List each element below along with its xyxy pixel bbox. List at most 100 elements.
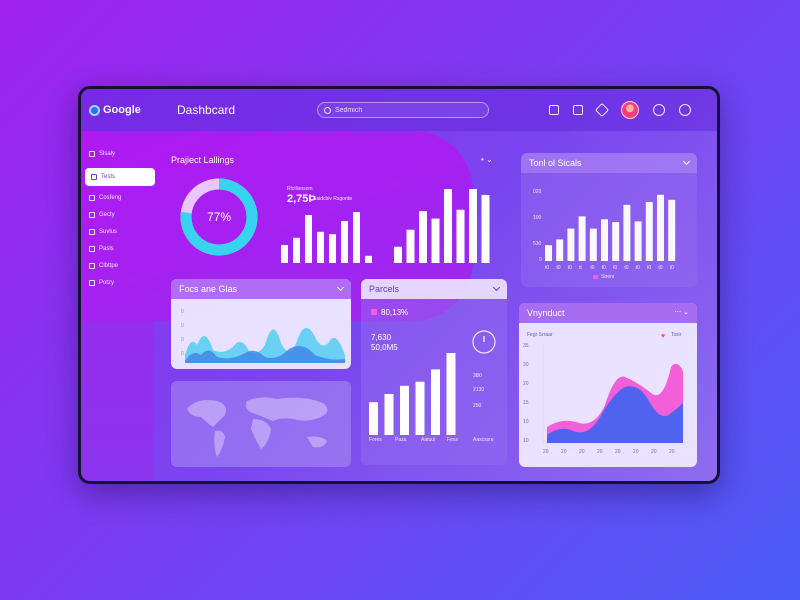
x-tick: 20 <box>615 449 621 455</box>
x-tick: Paza <box>395 437 407 443</box>
chart-bar <box>657 194 664 261</box>
focus-area-chart <box>185 327 345 363</box>
chart-bar <box>645 201 653 261</box>
project-listings-menu-icon[interactable]: • ⌄ <box>481 155 493 164</box>
sidebar-item-label: Gecty <box>99 212 115 218</box>
menu-item-icon <box>89 195 95 201</box>
map-south-america <box>214 430 225 457</box>
x-tick: Aascssre <box>473 437 494 443</box>
chart-bar <box>431 218 440 263</box>
y-tick: 0 <box>181 309 184 315</box>
sidebar-item-label: Slsaly <box>99 151 116 157</box>
chart-bar <box>456 209 465 263</box>
google-logo-icon <box>89 104 100 116</box>
top-icons <box>549 101 691 119</box>
parcels-stat-3: 50,0M5 <box>371 343 398 352</box>
x-tick: 20 <box>651 449 657 455</box>
chart-bar <box>545 245 552 261</box>
menu-item-icon <box>89 212 95 218</box>
status-swatch <box>371 309 377 315</box>
sidebar-item-suvlus[interactable]: Suvlus <box>89 229 117 235</box>
x-tick: t0 <box>647 265 652 271</box>
chart-bar <box>281 245 288 263</box>
search-icon <box>324 106 331 114</box>
parcels-bars <box>369 353 456 435</box>
sidebar-item-potzy[interactable]: Potzy <box>89 280 114 286</box>
parcels-x-axis: Fores Paza Aatuul Fess Aascssre <box>369 437 499 455</box>
sidebar-item-label: Suvlus <box>99 229 118 235</box>
total-sales-legend: Strenr <box>593 274 615 280</box>
map-eurasia <box>245 397 328 421</box>
y-tick: 2130 <box>473 387 485 393</box>
x-tick: 20 <box>669 449 675 455</box>
y-tick: 10 <box>523 438 529 444</box>
chart-bar <box>400 385 409 435</box>
donut-label: 77% <box>207 210 231 224</box>
chevron-down-icon[interactable] <box>682 157 691 166</box>
x-tick: 20 <box>579 449 585 455</box>
y-tick: 0 <box>181 351 184 357</box>
heart-icon: ♥ <box>661 333 666 340</box>
x-tick: 20 <box>561 449 567 455</box>
grid-icon[interactable] <box>549 105 559 115</box>
edit-icon[interactable] <box>594 102 610 118</box>
vynduct-card: Vnynduct ⋯ ⌄ Fegr Srraar ♥ Tsslr 35 30 20 1… <box>519 303 697 467</box>
x-tick: t0 <box>624 265 629 271</box>
chart-bar <box>444 189 452 263</box>
sidebar-item-slsaly[interactable]: Slsaly <box>89 151 115 157</box>
y-tick: 530 <box>533 241 542 247</box>
sidebar-item-label: Cosfeng <box>99 195 122 201</box>
parcels-stat-1: 80,13% <box>381 308 409 317</box>
logo[interactable]: Google <box>89 104 169 116</box>
chart-bar <box>469 189 477 263</box>
document-icon[interactable] <box>573 105 583 115</box>
chart-bar <box>341 221 348 263</box>
focus-header: Focs ane Glas <box>171 279 351 299</box>
chart-bar <box>406 229 415 263</box>
chart-bar <box>329 234 336 263</box>
sidebar-item-cosfeng[interactable]: Cosfeng <box>89 195 121 201</box>
world-map-card <box>171 381 351 467</box>
chart-bar <box>305 215 312 263</box>
y-tick: 0 <box>181 337 184 343</box>
sidebar-item-pasls[interactable]: Pasls <box>89 246 114 252</box>
x-tick: Aatuul <box>421 437 436 443</box>
avatar[interactable] <box>621 101 639 119</box>
legend-label: Strenr <box>601 274 615 280</box>
total-sales-header: Tonl ol Sicals <box>521 153 697 173</box>
search-input[interactable] <box>335 106 475 114</box>
page-title: Dashbcard <box>177 103 236 117</box>
x-tick: t0 <box>545 265 550 271</box>
x-tick: 20 <box>597 449 603 455</box>
vynduct-x-axis: 20 20 20 20 20 20 20 20 <box>543 449 687 457</box>
project-stat-sub: Saidcbiv Rsgorde <box>313 196 353 202</box>
sidebar-item-gecty[interactable]: Gecty <box>89 212 115 218</box>
parcels-card: Parcels 80,13% 7,630 50,0M5 3B0 2130 250… <box>361 279 507 465</box>
y-tick: 20 <box>523 381 529 387</box>
world-map <box>187 397 328 457</box>
help-icon[interactable] <box>679 104 691 116</box>
y-tick: 100 <box>533 215 542 221</box>
menu-item-icon <box>89 229 95 235</box>
chart-bar <box>612 222 620 261</box>
menu-item-icon <box>89 263 95 269</box>
chart-bar <box>384 394 394 435</box>
sidebar-item-tests[interactable]: Tests <box>85 168 155 186</box>
card-menu-icon[interactable]: ⋯ ⌄ <box>674 308 689 316</box>
total-sales-card: Tonl ol Sicals 020 100 530 0 t0 t0 t0 tt t0 t… <box>521 153 697 287</box>
x-tick: t0 <box>590 265 595 271</box>
parcels-title: Parcels <box>369 284 400 294</box>
parcels-gauge <box>472 330 496 354</box>
y-tick: 020 <box>533 189 542 195</box>
legend-right: Tsslr <box>671 332 682 338</box>
sidebar-item-clbttpe[interactable]: Clbttpe <box>89 263 118 269</box>
x-tick: 20 <box>543 449 549 455</box>
settings-icon[interactable] <box>653 104 665 116</box>
chart-bar <box>556 239 564 261</box>
search-bar[interactable] <box>317 102 489 118</box>
x-tick: t0 <box>556 265 561 271</box>
chevron-down-icon[interactable] <box>336 283 345 292</box>
dashboard-window: Google Dashbcard Slsaly Tests Cosfeng Ge… <box>78 86 720 484</box>
chart-bar <box>601 219 608 261</box>
chevron-down-icon[interactable] <box>492 283 501 292</box>
